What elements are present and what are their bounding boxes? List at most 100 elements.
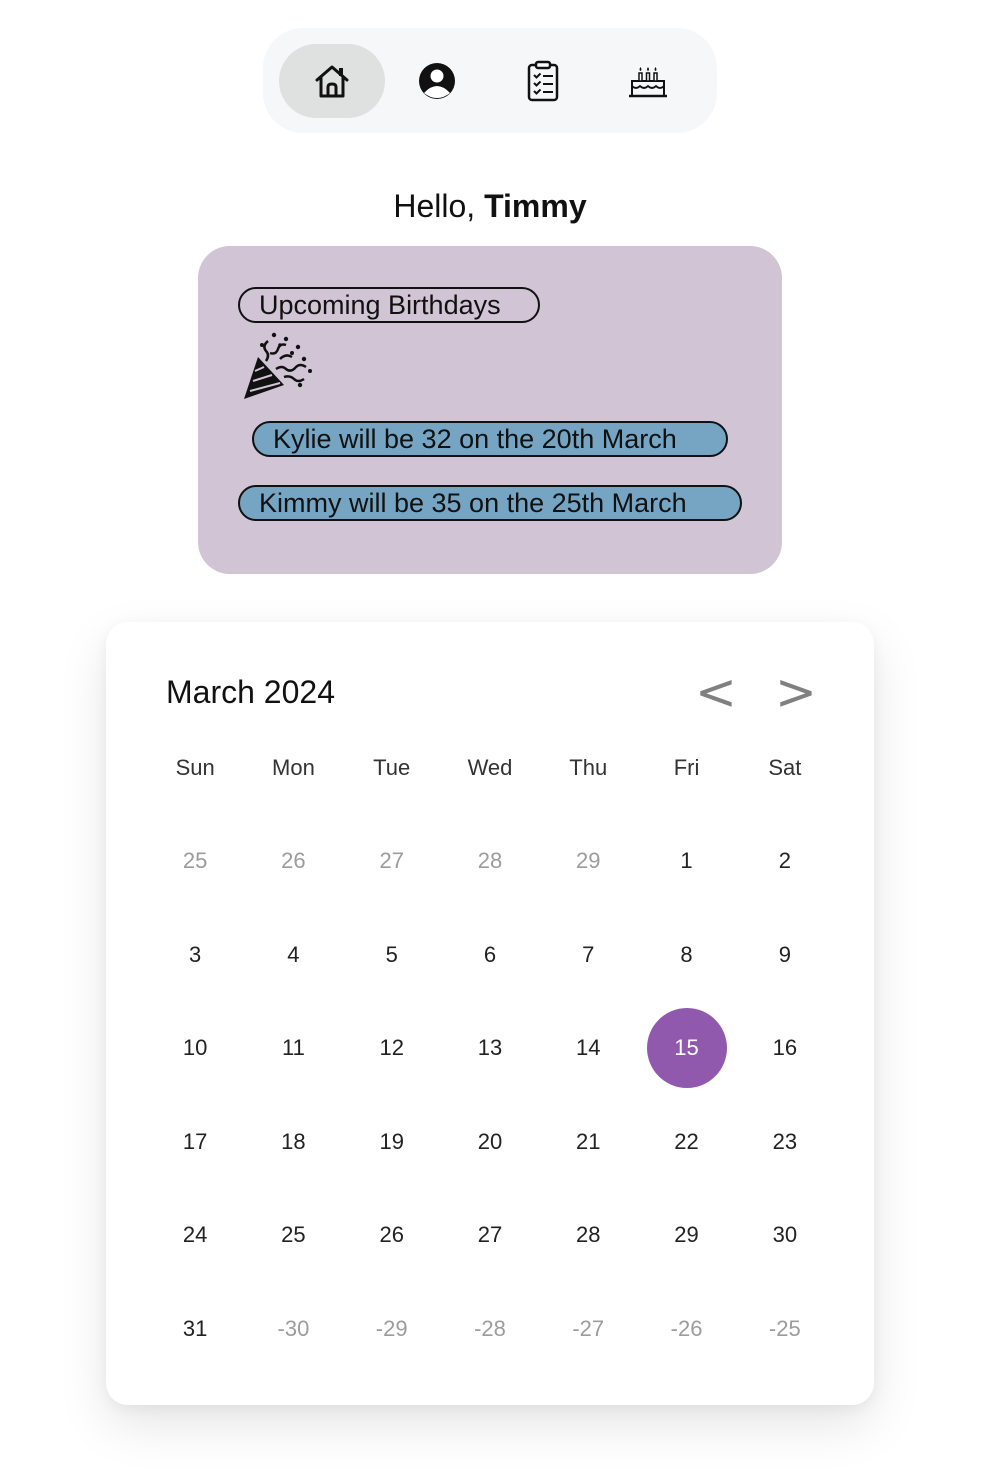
calendar-day[interactable]: 26 — [343, 1188, 441, 1282]
calendar-day-number: 1 — [680, 848, 693, 873]
calendar-day-number: 24 — [182, 1222, 208, 1247]
calendar-day-number: 20 — [477, 1129, 503, 1154]
calendar-day[interactable]: 9 — [736, 908, 834, 1002]
calendar-day[interactable]: -30 — [244, 1282, 342, 1376]
birthday-cake-icon — [629, 67, 667, 98]
calendar-day-number: 13 — [477, 1035, 503, 1060]
calendar-day[interactable]: 6 — [441, 908, 539, 1002]
calendar-day[interactable]: 14 — [539, 1001, 637, 1095]
calendar-day[interactable]: 16 — [736, 1001, 834, 1095]
birthday-entry: Kylie will be 32 on the 20th March — [252, 421, 728, 457]
calendar-day[interactable]: 24 — [146, 1188, 244, 1282]
calendar-day-number: 11 — [282, 1035, 305, 1060]
calendar-day[interactable]: -28 — [441, 1282, 539, 1376]
calendar-day[interactable]: 8 — [637, 908, 735, 1002]
calendar-day-number: -25 — [768, 1316, 801, 1341]
calendar-day-number: 23 — [772, 1129, 798, 1154]
calendar-day-number: 9 — [778, 942, 791, 967]
calendar-day[interactable]: 7 — [539, 908, 637, 1002]
calendar-day[interactable]: 27 — [343, 814, 441, 908]
calendar-day-number: 29 — [674, 1222, 699, 1247]
calendar-day[interactable]: 2 — [736, 814, 834, 908]
calendar-day[interactable]: 1 — [637, 814, 735, 908]
calendar-day-number: 3 — [189, 942, 202, 967]
weekday-label: Tue — [373, 755, 411, 780]
calendar-day-selected[interactable]: 15 — [637, 1001, 735, 1095]
upcoming-birthdays-card: Upcoming Birthdays Kylie will be 32 on t… — [198, 246, 782, 574]
calendar-day-number: 27 — [477, 1222, 503, 1247]
calendar-day-number: 28 — [576, 1222, 601, 1247]
calendar-day[interactable]: 19 — [343, 1095, 441, 1189]
next-month-button[interactable]: > — [774, 664, 818, 720]
calendar-day[interactable]: 12 — [343, 1001, 441, 1095]
calendar-day-number: 16 — [772, 1035, 798, 1060]
calendar-day-number: 7 — [582, 942, 595, 967]
nav-tasks-button[interactable] — [490, 44, 596, 118]
calendar-day-number: 26 — [281, 848, 306, 873]
calendar-day[interactable]: 22 — [637, 1095, 735, 1189]
calendar-day[interactable]: 23 — [736, 1095, 834, 1189]
weekday-label: Mon — [272, 755, 315, 780]
calendar-day-number: 17 — [182, 1129, 208, 1154]
calendar-day[interactable]: 25 — [244, 1188, 342, 1282]
checklist-icon — [527, 60, 559, 102]
calendar-day[interactable]: -29 — [343, 1282, 441, 1376]
calendar-day[interactable]: 29 — [539, 814, 637, 908]
upcoming-birthdays-title: Upcoming Birthdays — [238, 287, 540, 323]
calendar-day-number: 18 — [281, 1129, 306, 1154]
calendar-day[interactable]: 11 — [244, 1001, 342, 1095]
calendar-day[interactable]: 10 — [146, 1001, 244, 1095]
calendar-day-number: 28 — [477, 848, 503, 873]
calendar-day-number: -29 — [375, 1316, 408, 1341]
calendar-day-number: 5 — [385, 942, 398, 967]
profile-icon — [419, 63, 455, 99]
calendar-week-row: 24 25 26 27 28 29 30 — [146, 1188, 834, 1282]
calendar-day-number: 21 — [576, 1129, 601, 1154]
greeting-prefix: Hello, — [393, 188, 485, 224]
calendar-day-number: -26 — [670, 1316, 703, 1341]
calendar-week-row: 10 11 12 13 14 15 16 — [146, 1001, 834, 1095]
nav-home-button[interactable] — [279, 44, 385, 118]
calendar-day[interactable]: -25 — [736, 1282, 834, 1376]
calendar-day-number: 2 — [778, 848, 791, 873]
nav-birthdays-button[interactable] — [595, 44, 701, 118]
weekday-label: Fri — [673, 755, 700, 780]
calendar-day[interactable]: 17 — [146, 1095, 244, 1189]
calendar-day-number: 31 — [182, 1316, 208, 1341]
calendar-day[interactable]: 20 — [441, 1095, 539, 1189]
greeting: Hello, Timmy — [0, 186, 980, 226]
weekday-label: Thu — [569, 755, 608, 780]
user-name: Timmy — [484, 188, 587, 224]
calendar-day[interactable]: 21 — [539, 1095, 637, 1189]
calendar-day-number: 29 — [576, 848, 601, 873]
calendar-day-number: 12 — [379, 1035, 404, 1060]
calendar-day-number: 19 — [379, 1129, 404, 1154]
calendar-day[interactable]: 30 — [736, 1188, 834, 1282]
calendar-day[interactable]: -27 — [539, 1282, 637, 1376]
calendar-day[interactable]: 26 — [244, 814, 342, 908]
calendar-day-number: 22 — [674, 1129, 699, 1154]
calendar-day-number: 6 — [483, 942, 497, 967]
calendar-day-number: 25 — [182, 848, 208, 873]
calendar-day[interactable]: 3 — [146, 908, 244, 1002]
calendar-week-row: 25 26 27 28 29 1 2 — [146, 814, 834, 908]
calendar-day[interactable]: 18 — [244, 1095, 342, 1189]
calendar-day[interactable]: 13 — [441, 1001, 539, 1095]
calendar-day[interactable]: -26 — [637, 1282, 735, 1376]
calendar-day[interactable]: 29 — [637, 1188, 735, 1282]
weekday-label: Wed — [467, 755, 513, 780]
calendar-day[interactable]: 25 — [146, 814, 244, 908]
calendar-day-number: 14 — [576, 1035, 601, 1060]
nav-profile-button[interactable] — [384, 44, 490, 118]
calendar-week-row: 31 -30 -29 -28 -27 -26 -25 — [146, 1282, 834, 1376]
calendar-day[interactable]: 31 — [146, 1282, 244, 1376]
calendar-day[interactable]: 28 — [441, 814, 539, 908]
calendar-day[interactable]: 27 — [441, 1188, 539, 1282]
calendar-day-number: -27 — [572, 1316, 605, 1341]
home-icon — [315, 65, 349, 98]
calendar-day[interactable]: 4 — [244, 908, 342, 1002]
calendar-day[interactable]: 28 — [539, 1188, 637, 1282]
previous-month-button[interactable]: < — [694, 664, 738, 720]
calendar-day[interactable]: 5 — [343, 908, 441, 1002]
calendar-day-number: -30 — [277, 1316, 310, 1341]
